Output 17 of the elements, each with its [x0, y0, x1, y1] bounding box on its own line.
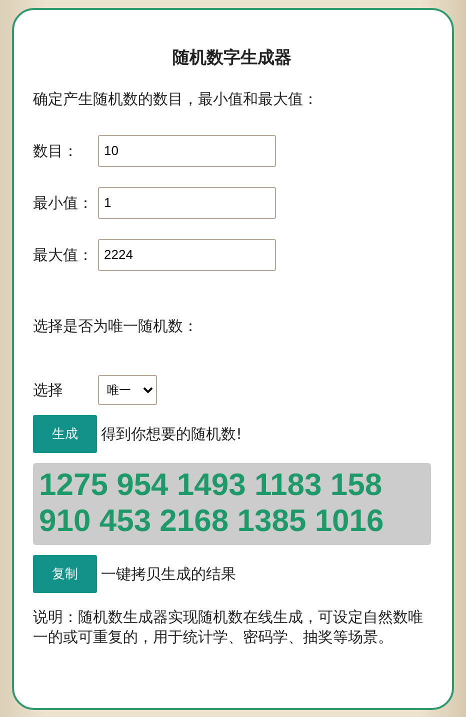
select-label: 选择: [33, 380, 64, 402]
input-field[interactable]: 2224: [98, 238, 276, 271]
page-title: 随机数字生成器: [172, 48, 292, 68]
generate-button[interactable]: 生成: [33, 415, 97, 454]
field-label: 最小值：: [33, 192, 94, 214]
input-field[interactable]: 1: [98, 186, 276, 219]
result-numbers: 1275 954 1493 1183 158 910 453 2168 1385 1016: [33, 463, 431, 546]
field-label: 数目：: [33, 140, 79, 162]
prompt-text: 选择是否为唯一随机数：: [33, 316, 199, 337]
intro-text: 确定产生随机数的数目，最小值和最大值：: [33, 89, 319, 110]
copy-button[interactable]: 复制: [33, 555, 97, 594]
hint-text: 得到你想要的随机数!: [101, 424, 242, 446]
input-field[interactable]: 10: [98, 134, 276, 167]
hint-text: 一键拷贝生成的结果: [101, 564, 236, 586]
field-label: 最大值：: [33, 244, 94, 266]
unique-select[interactable]: 唯一: [98, 375, 157, 406]
description-text: 说明：随机数生成器实现随机数在线生成，可设定自然数唯一的或可重复的，用于统计学、密码学、抽奖等场景。: [33, 607, 424, 648]
